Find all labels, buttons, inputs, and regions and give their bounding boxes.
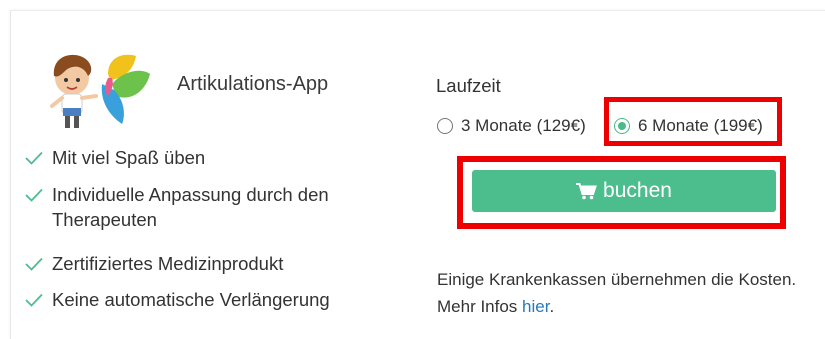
check-icon [25,151,43,165]
note-text: Einige Krankenkassen übernehmen die Kost… [437,270,797,316]
check-icon [25,257,43,271]
radio-button[interactable] [437,118,453,134]
buy-button-label: buchen [603,179,672,202]
feature-text: Individuelle Anpassung durch den Therape… [52,184,329,230]
feature-item: Zertifiziertes Medizinprodukt [25,251,372,276]
app-logo [50,54,150,128]
feature-text: Mit viel Spaß üben [52,147,206,168]
note-end: . [549,297,555,316]
feature-item: Individuelle Anpassung durch den Therape… [25,182,372,232]
product-name: Artikulations-App [177,73,329,95]
shopping-cart-icon [576,183,597,200]
buy-button[interactable]: buchen [472,170,776,212]
info-link[interactable]: hier [522,297,549,316]
highlight-box-option [604,97,782,146]
option-label: 3 Monate (129€) [461,116,586,135]
duration-label: Laufzeit [436,75,501,96]
feature-item: Mit viel Spaß üben [25,145,372,170]
duration-option-3-months[interactable]: 3 Monate (129€) [437,116,586,136]
check-icon [25,293,43,307]
insurance-note: Einige Krankenkassen übernehmen die Kost… [437,266,797,320]
feature-item: Keine automatische Verlängerung [25,287,372,312]
feature-text: Keine automatische Verlängerung [52,289,330,310]
feature-text: Zertifiziertes Medizinprodukt [52,253,284,274]
check-icon [25,188,43,202]
